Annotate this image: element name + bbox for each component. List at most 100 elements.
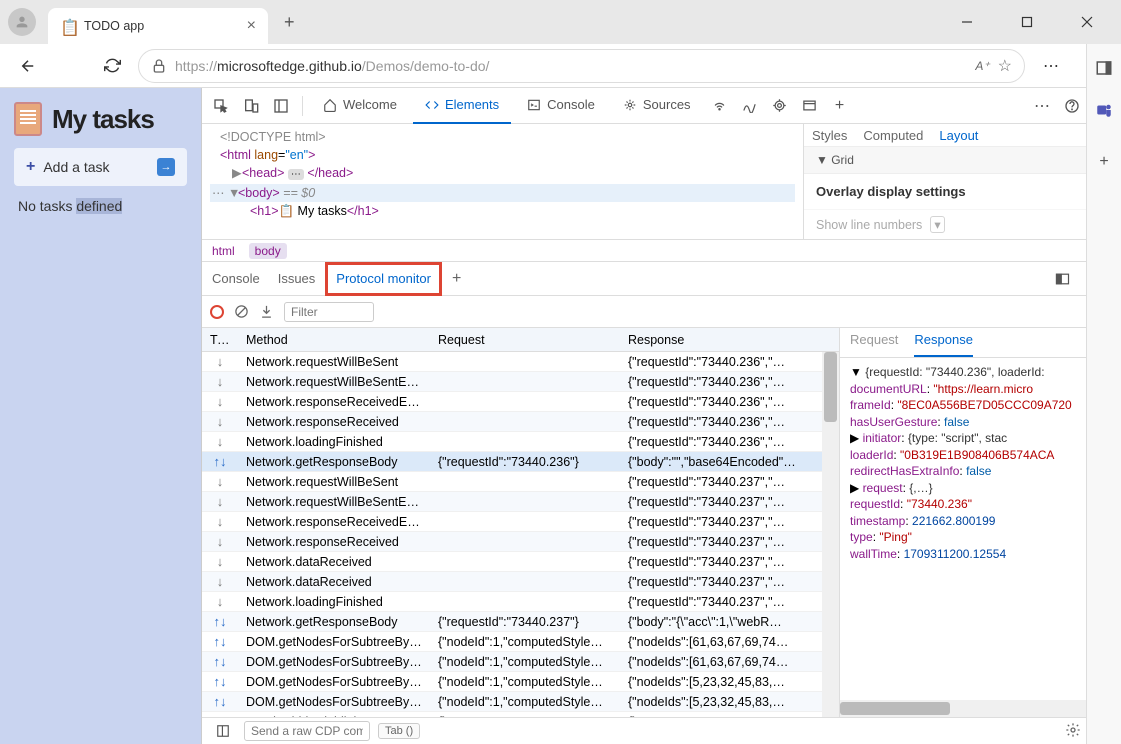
table-row[interactable]: ↓Network.responseReceived{"requestId":"7… bbox=[202, 532, 839, 552]
reader-icon[interactable]: A⁺ bbox=[975, 59, 989, 73]
table-row[interactable]: ↓Network.requestWillBeSent{"requestId":"… bbox=[202, 472, 839, 492]
dock-icon[interactable] bbox=[268, 93, 294, 119]
browser-tab[interactable]: 📋 TODO app × bbox=[48, 8, 268, 44]
table-row[interactable]: ↓Network.requestWillBeSentExtraI…{"reque… bbox=[202, 492, 839, 512]
crumb-html[interactable]: html bbox=[212, 244, 235, 258]
table-row[interactable]: ↓Network.loadingFinished{"requestId":"73… bbox=[202, 432, 839, 452]
table-row[interactable]: ↑↓DOM.getNodesForSubtreeByStyle{"nodeId"… bbox=[202, 632, 839, 652]
table-row[interactable]: ↓Network.loadingFinished{"requestId":"73… bbox=[202, 592, 839, 612]
record-button[interactable] bbox=[210, 305, 224, 319]
dom-breadcrumb: html body bbox=[202, 240, 1121, 262]
table-row[interactable]: ↓Network.responseReceivedExtraI…{"reques… bbox=[202, 392, 839, 412]
cdp-input[interactable] bbox=[244, 721, 370, 741]
cdp-console-icon[interactable] bbox=[210, 718, 236, 744]
tab-welcome[interactable]: Welcome bbox=[311, 88, 409, 124]
performance-icon[interactable] bbox=[737, 93, 763, 119]
network-icon[interactable] bbox=[707, 93, 733, 119]
protocol-filter-bar bbox=[202, 296, 1121, 328]
clipboard-icon bbox=[14, 102, 42, 136]
show-line-numbers[interactable]: Show line numbers ▾ bbox=[804, 209, 1121, 239]
menu-button[interactable]: ⋯ bbox=[1035, 50, 1067, 82]
settings-gear-icon[interactable] bbox=[1065, 722, 1081, 738]
detail-body[interactable]: ▼ {requestId: "73440.236", loaderId: doc… bbox=[840, 358, 1121, 717]
submit-arrow-icon[interactable]: → bbox=[157, 158, 175, 176]
table-row[interactable]: ↑↓Network.getResponseBody{"requestId":"7… bbox=[202, 452, 839, 472]
help-icon[interactable] bbox=[1059, 93, 1085, 119]
app-header: My tasks bbox=[14, 102, 187, 136]
overlay-settings-title: Overlay display settings bbox=[804, 174, 1121, 209]
refresh-button[interactable] bbox=[96, 50, 128, 82]
styles-tab-styles[interactable]: Styles bbox=[812, 128, 847, 143]
col-response[interactable]: Response bbox=[620, 333, 839, 347]
application-icon[interactable] bbox=[797, 93, 823, 119]
table-row[interactable]: ↓Network.dataReceived{"requestId":"73440… bbox=[202, 552, 839, 572]
favorite-icon[interactable]: ☆ bbox=[998, 56, 1012, 76]
profile-button[interactable] bbox=[8, 8, 36, 36]
detail-h-scrollbar[interactable] bbox=[840, 700, 1104, 717]
more-tabs-icon[interactable]: + bbox=[827, 93, 853, 119]
drawer-tabs: Console Issues Protocol monitor + bbox=[202, 262, 1121, 296]
styles-tab-computed[interactable]: Computed bbox=[863, 128, 923, 143]
tab-key-hint: Tab () bbox=[378, 723, 420, 739]
col-method[interactable]: Method bbox=[238, 333, 430, 347]
filter-input[interactable] bbox=[284, 302, 374, 322]
tab-title: TODO app bbox=[84, 19, 247, 33]
table-row[interactable]: ↑↓Network.getResponseBody{"requestId":"7… bbox=[202, 612, 839, 632]
dock-side-icon[interactable] bbox=[1049, 266, 1075, 292]
table-row[interactable]: ↑↓DOM.getNodesForSubtreeByStyle{"nodeId"… bbox=[202, 692, 839, 712]
new-tab-button[interactable]: + bbox=[276, 8, 303, 37]
table-row[interactable]: ↓Network.dataReceived{"requestId":"73440… bbox=[202, 572, 839, 592]
add-task-button[interactable]: + Add a task → bbox=[14, 148, 187, 186]
device-icon[interactable] bbox=[238, 93, 264, 119]
table-row[interactable]: ↑↓DOM.getNodesForSubtreeByStyle{"nodeId"… bbox=[202, 672, 839, 692]
crumb-body[interactable]: body bbox=[249, 243, 287, 259]
lock-icon bbox=[151, 58, 167, 74]
add-sidebar-icon[interactable]: + bbox=[1092, 150, 1116, 174]
table-row[interactable]: ↓Network.responseReceived{"requestId":"7… bbox=[202, 412, 839, 432]
split-screen-icon[interactable] bbox=[1092, 56, 1116, 80]
maximize-button[interactable] bbox=[1009, 4, 1045, 40]
table-row[interactable]: ↓Network.requestWillBeSentExtraI…{"reque… bbox=[202, 372, 839, 392]
cdp-command-bar: Tab () bbox=[202, 717, 1121, 744]
col-request[interactable]: Request bbox=[430, 333, 620, 347]
styles-pane: Styles Computed Layout ▼ Grid Overlay di… bbox=[803, 124, 1121, 239]
tab-console[interactable]: Console bbox=[515, 88, 607, 124]
table-scrollbar[interactable] bbox=[822, 352, 839, 717]
edge-sidebar: + bbox=[1086, 44, 1121, 744]
dom-doctype[interactable]: <!DOCTYPE html> bbox=[210, 128, 795, 146]
download-button[interactable] bbox=[259, 304, 274, 319]
grid-section[interactable]: ▼ Grid bbox=[804, 147, 1121, 174]
back-button[interactable] bbox=[12, 50, 44, 82]
forward-button bbox=[54, 50, 86, 82]
protocol-detail: Request Response ▼ {requestId: "73440.23… bbox=[839, 328, 1121, 717]
drawer-add-tab[interactable]: + bbox=[452, 270, 461, 288]
table-row[interactable]: ↓Network.requestWillBeSent{"requestId":"… bbox=[202, 352, 839, 372]
teams-icon[interactable] bbox=[1092, 98, 1116, 122]
clear-button[interactable] bbox=[234, 304, 249, 319]
inspect-icon[interactable] bbox=[208, 93, 234, 119]
table-row[interactable]: ↑↓Overlay.hideHighlight{}{} bbox=[202, 712, 839, 717]
tab-close-icon[interactable]: × bbox=[247, 17, 256, 35]
drawer-tab-protocol[interactable]: Protocol monitor bbox=[325, 262, 442, 296]
plus-icon: + bbox=[26, 158, 35, 176]
add-task-label: Add a task bbox=[43, 159, 149, 175]
tab-elements[interactable]: Elements bbox=[413, 88, 511, 124]
memory-icon[interactable] bbox=[767, 93, 793, 119]
tab-sources[interactable]: Sources bbox=[611, 88, 703, 124]
drawer-tab-issues[interactable]: Issues bbox=[278, 262, 316, 296]
more-icon[interactable]: ⋯ bbox=[1029, 93, 1055, 119]
close-window-button[interactable] bbox=[1069, 4, 1105, 40]
drawer-tab-console[interactable]: Console bbox=[212, 262, 260, 296]
devtools-toolbar: Welcome Elements Console Sources + ⋯ bbox=[202, 88, 1121, 124]
minimize-button[interactable] bbox=[949, 4, 985, 40]
table-row[interactable]: ↑↓DOM.getNodesForSubtreeByStyle{"nodeId"… bbox=[202, 652, 839, 672]
devtools-panel: Welcome Elements Console Sources + ⋯ <!D… bbox=[201, 88, 1121, 744]
dom-tree[interactable]: <!DOCTYPE html> <html lang="en"> ▶<head>… bbox=[202, 124, 803, 239]
styles-tab-layout[interactable]: Layout bbox=[939, 128, 978, 143]
protocol-header: Type Method Request Response bbox=[202, 328, 839, 352]
table-row[interactable]: ↓Network.responseReceivedExtraI…{"reques… bbox=[202, 512, 839, 532]
detail-tab-request[interactable]: Request bbox=[850, 332, 898, 357]
detail-tab-response[interactable]: Response bbox=[914, 332, 973, 357]
url-input[interactable]: https://microsoftedge.github.io/Demos/de… bbox=[138, 49, 1025, 83]
col-type[interactable]: Type bbox=[202, 333, 238, 347]
